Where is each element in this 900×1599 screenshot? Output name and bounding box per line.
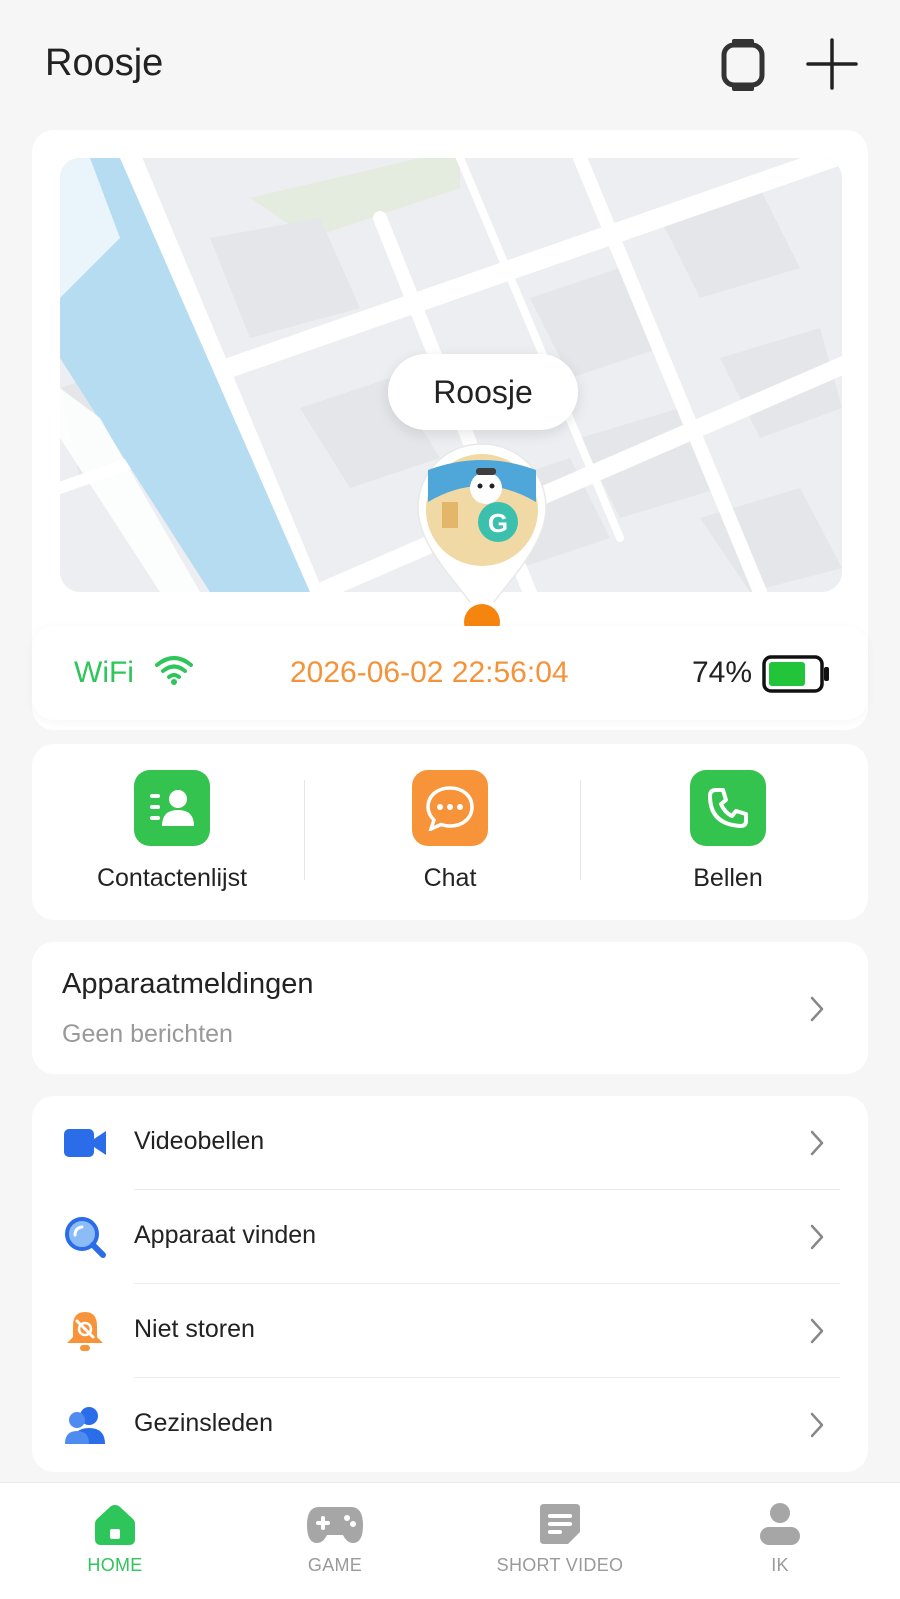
smartwatch-button[interactable] <box>718 36 768 94</box>
chat-button[interactable]: Chat <box>310 744 590 920</box>
divider <box>580 780 581 880</box>
notifications-subtitle: Geen berichten <box>62 1020 233 1048</box>
divider <box>304 780 305 880</box>
connection-type: WiFi <box>74 656 134 689</box>
wifi-icon <box>155 656 193 685</box>
menu-item-family-members[interactable]: Gezinsleden <box>32 1378 868 1472</box>
svg-text:G: G <box>488 508 508 538</box>
device-notifications[interactable]: Apparaatmeldingen Geen berichten <box>32 942 868 1074</box>
battery-percentage: 74% <box>692 656 753 689</box>
menu-item-label: Niet storen <box>134 1315 255 1343</box>
family-icon <box>62 1404 108 1446</box>
smartwatch-icon <box>721 39 765 91</box>
chevron-right-icon <box>810 1130 824 1156</box>
nav-home[interactable]: HOME <box>55 1483 175 1599</box>
menu-item-find-device[interactable]: Apparaat vinden <box>32 1190 868 1284</box>
profile-icon <box>750 1499 810 1549</box>
video-camera-icon <box>62 1122 108 1164</box>
contacts-label: Contactenlijst <box>96 864 248 892</box>
chevron-right-icon <box>810 1318 824 1344</box>
last-update-timestamp: 2026-06-02 22:56:04 <box>290 656 569 689</box>
short-video-icon <box>530 1499 590 1549</box>
add-device-button[interactable] <box>804 36 860 92</box>
plus-icon <box>806 38 858 90</box>
nav-label: HOME <box>87 1555 143 1575</box>
call-label: Bellen <box>693 864 763 892</box>
notifications-title: Apparaatmeldingen <box>62 968 314 1000</box>
nav-game[interactable]: GAME <box>275 1483 395 1599</box>
nav-label: SHORT VIDEO <box>496 1555 624 1575</box>
nav-profile[interactable]: IK <box>720 1483 840 1599</box>
chat-label: Chat <box>423 864 477 892</box>
page-title: Roosje <box>45 42 164 84</box>
nav-short-video[interactable]: SHORT VIDEO <box>470 1483 650 1599</box>
menu-item-do-not-disturb[interactable]: Niet storen <box>32 1284 868 1378</box>
location-pin[interactable]: G <box>414 440 550 650</box>
menu-item-label: Apparaat vinden <box>134 1221 317 1249</box>
menu-item-video-call[interactable]: Videobellen <box>32 1096 868 1190</box>
nav-label: IK <box>771 1555 789 1575</box>
map-pin-label: Roosje <box>388 354 578 430</box>
chevron-right-icon <box>810 1224 824 1250</box>
gamepad-icon <box>305 1499 365 1549</box>
search-icon <box>62 1216 108 1258</box>
chat-bubble-icon <box>412 770 488 846</box>
call-button[interactable]: Bellen <box>588 744 868 920</box>
battery-icon <box>762 655 829 693</box>
contacts-button[interactable]: Contactenlijst <box>32 744 312 920</box>
contacts-icon <box>134 770 210 846</box>
menu-item-label: Gezinsleden <box>134 1409 273 1437</box>
bell-off-icon <box>62 1310 108 1352</box>
nav-label: GAME <box>307 1555 363 1575</box>
child-avatar-icon: G <box>426 454 538 566</box>
chevron-right-icon <box>810 1412 824 1438</box>
phone-icon <box>690 770 766 846</box>
menu-item-label: Videobellen <box>134 1127 265 1155</box>
app-header: Roosje <box>0 0 900 130</box>
feature-menu: Videobellen Apparaat vinden Niet storen … <box>32 1096 868 1472</box>
quick-actions: Contactenlijst Chat Bellen <box>32 744 868 920</box>
bottom-navigation: HOME GAME SHORT VIDEO IK <box>0 1482 900 1599</box>
device-status-bar: WiFi 2026-06-02 22:56:04 74% <box>32 626 868 720</box>
chevron-right-icon <box>810 996 824 1022</box>
home-icon <box>85 1499 145 1549</box>
